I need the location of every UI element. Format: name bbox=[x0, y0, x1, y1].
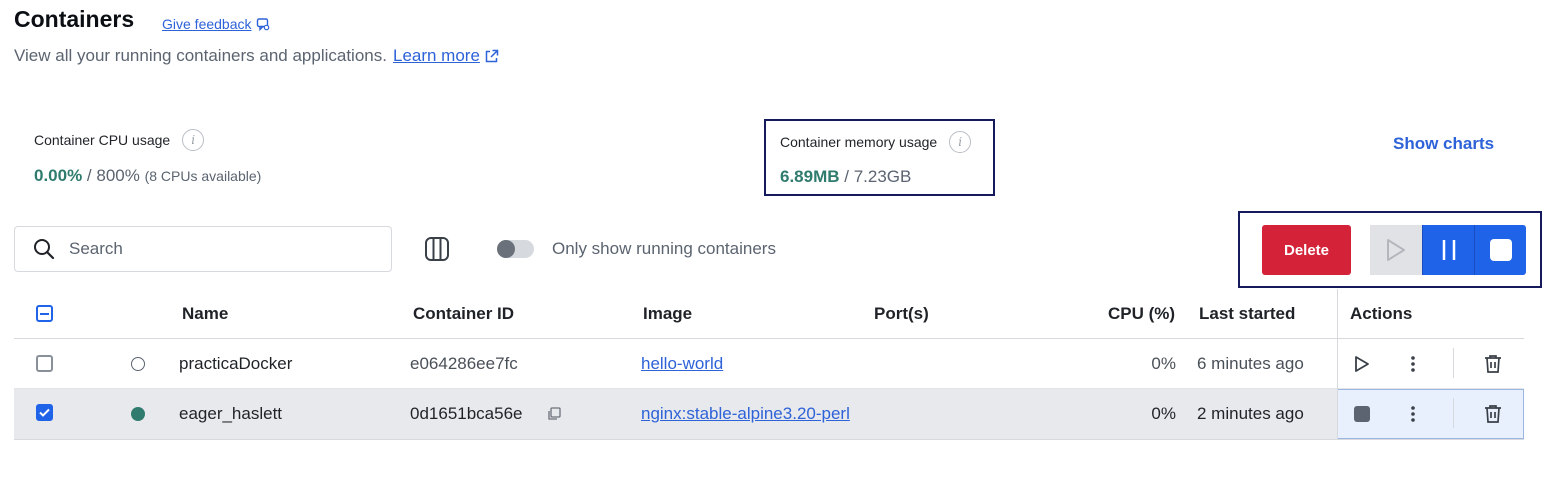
show-charts-button[interactable]: Show charts bbox=[1393, 134, 1494, 154]
memory-usage-label: Container memory usage i bbox=[780, 131, 972, 153]
info-icon[interactable]: i bbox=[182, 129, 205, 151]
action-separator bbox=[1453, 348, 1454, 378]
trash-icon bbox=[1485, 355, 1501, 373]
container-name[interactable]: eager_haslett bbox=[179, 404, 282, 424]
toggle-knob bbox=[497, 240, 515, 258]
container-name[interactable]: practicaDocker bbox=[179, 354, 292, 374]
feedback-icon bbox=[256, 18, 269, 31]
delete-container-button[interactable] bbox=[1481, 352, 1505, 376]
cpu-cell: 0% bbox=[1151, 404, 1176, 423]
memory-usage-title: Container memory usage bbox=[780, 134, 938, 150]
more-vertical-icon bbox=[1411, 406, 1415, 422]
delete-button[interactable]: Delete bbox=[1262, 225, 1351, 275]
row-checkbox[interactable] bbox=[36, 404, 53, 421]
memory-separator: / bbox=[839, 167, 854, 186]
give-feedback-link[interactable]: Give feedback bbox=[162, 16, 270, 32]
trash-icon bbox=[1485, 405, 1501, 423]
external-link-icon bbox=[485, 49, 499, 62]
table-header-divider bbox=[14, 338, 1524, 339]
row-checkbox[interactable] bbox=[36, 355, 53, 372]
column-header-container-id[interactable]: Container ID bbox=[413, 304, 514, 324]
column-header-image[interactable]: Image bbox=[643, 304, 692, 324]
last-started-cell: 2 minutes ago bbox=[1197, 404, 1304, 423]
more-vertical-icon bbox=[1411, 356, 1415, 372]
stop-container-button[interactable] bbox=[1350, 402, 1374, 426]
search-icon bbox=[34, 239, 55, 260]
bulk-actions-group: Delete bbox=[1238, 211, 1542, 288]
column-header-ports[interactable]: Port(s) bbox=[874, 304, 929, 324]
container-id: 0d1651bca56e bbox=[410, 404, 523, 423]
cpu-note: (8 CPUs available) bbox=[144, 168, 262, 184]
select-all-checkbox[interactable] bbox=[36, 305, 53, 322]
stop-icon bbox=[1354, 406, 1370, 422]
cpu-cell: 0% bbox=[1151, 354, 1176, 373]
more-options-button[interactable] bbox=[1401, 352, 1425, 376]
columns-icon[interactable] bbox=[424, 236, 450, 262]
image-link[interactable]: hello-world bbox=[641, 354, 861, 374]
cpu-total: 800% bbox=[96, 166, 140, 185]
cpu-usage-value: 0.00% / 800% (8 CPUs available) bbox=[34, 166, 261, 186]
copy-id-button[interactable] bbox=[542, 402, 566, 426]
copy-icon bbox=[548, 407, 561, 420]
memory-usage-value: 6.89MB / 7.23GB bbox=[780, 167, 911, 187]
memory-usage-panel: Container memory usage i 6.89MB / 7.23GB bbox=[764, 119, 995, 196]
stop-button[interactable] bbox=[1474, 225, 1526, 275]
pause-button[interactable] bbox=[1422, 225, 1474, 275]
running-only-toggle[interactable] bbox=[497, 240, 534, 258]
learn-more-label: Learn more bbox=[392, 46, 480, 65]
column-header-last-started[interactable]: Last started bbox=[1199, 304, 1295, 324]
stop-icon bbox=[1489, 239, 1512, 261]
status-running-icon bbox=[131, 407, 145, 421]
info-icon[interactable]: i bbox=[949, 131, 972, 153]
memory-used: 6.89MB bbox=[780, 167, 840, 186]
row-divider bbox=[14, 439, 1524, 440]
column-header-cpu[interactable]: CPU (%) bbox=[1108, 304, 1175, 324]
running-only-label: Only show running containers bbox=[552, 239, 776, 258]
column-header-actions: Actions bbox=[1350, 304, 1413, 323]
play-icon bbox=[1387, 239, 1405, 261]
more-options-button[interactable] bbox=[1401, 402, 1425, 426]
start-container-button[interactable] bbox=[1350, 352, 1374, 376]
row-divider bbox=[14, 388, 1524, 389]
give-feedback-label: Give feedback bbox=[162, 16, 252, 32]
last-started-cell: 6 minutes ago bbox=[1197, 354, 1304, 373]
cpu-usage-title: Container CPU usage bbox=[34, 132, 171, 148]
container-id: e064286ee7fc bbox=[410, 354, 518, 373]
play-icon bbox=[1355, 356, 1369, 372]
page-subtitle: View all your running containers and app… bbox=[14, 46, 499, 66]
actions-column-divider bbox=[1337, 289, 1338, 439]
checkmark-icon bbox=[39, 408, 50, 417]
pause-icon bbox=[1442, 240, 1455, 260]
learn-more-link[interactable]: Learn more bbox=[393, 46, 499, 66]
subtitle-text: View all your running containers and app… bbox=[14, 46, 387, 65]
cpu-used: 0.00% bbox=[34, 166, 83, 185]
delete-container-button[interactable] bbox=[1481, 402, 1505, 426]
status-stopped-icon bbox=[131, 357, 145, 371]
search-box[interactable] bbox=[14, 226, 392, 272]
start-button[interactable] bbox=[1370, 225, 1422, 275]
column-header-name[interactable]: Name bbox=[182, 304, 228, 324]
image-link[interactable]: nginx:stable-alpine3.20-perl bbox=[641, 404, 861, 424]
action-separator bbox=[1453, 398, 1454, 428]
cpu-usage-label: Container CPU usage i bbox=[34, 129, 205, 151]
search-input[interactable] bbox=[69, 239, 369, 259]
memory-total: 7.23GB bbox=[853, 167, 912, 186]
cpu-separator: / bbox=[82, 166, 97, 185]
page-title: Containers bbox=[14, 6, 135, 32]
